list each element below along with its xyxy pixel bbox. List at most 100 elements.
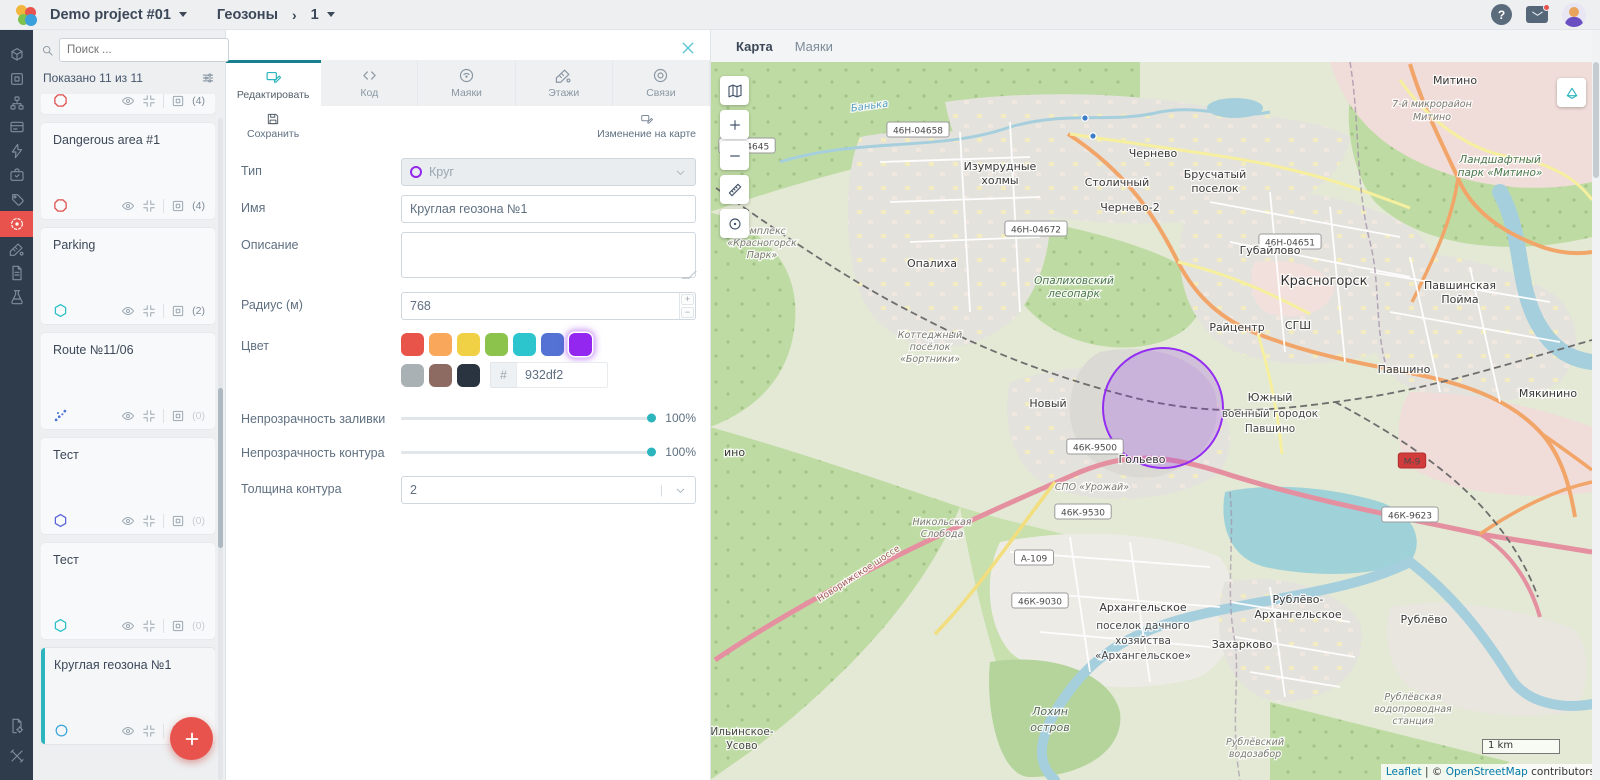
measure-tool-button[interactable] [720,175,749,204]
notifications-button[interactable] [1526,6,1548,23]
zoom-in-button[interactable] [720,110,749,139]
description-textarea[interactable] [401,232,696,278]
focus-on-map-button[interactable] [142,409,156,423]
breadcrumb-item[interactable]: 1 [311,7,319,23]
list-scrollbar[interactable] [218,118,223,780]
color-swatch[interactable] [569,333,592,356]
sidebar-item-measure[interactable] [0,237,33,261]
page-scrollbar[interactable] [1592,30,1600,780]
focus-on-map-button[interactable] [142,304,156,318]
color-swatch[interactable] [457,364,480,387]
visibility-toggle[interactable] [121,199,135,213]
breadcrumb-section[interactable]: Геозоны [217,7,278,23]
color-swatch[interactable] [541,333,564,356]
sidebar-item-structure[interactable] [0,91,33,115]
map-tab-маяки[interactable]: Маяки [795,39,833,54]
project-caret-icon[interactable] [179,12,187,17]
visibility-toggle[interactable] [121,304,135,318]
beacon-marker-icon[interactable] [1082,115,1088,121]
focus-on-map-button[interactable] [142,724,156,738]
hex-color-input[interactable]: 932df2 [516,362,608,388]
map-tab-карта[interactable]: Карта [736,39,773,54]
radius-input[interactable] [401,292,696,320]
sidebar-item-tags[interactable] [0,187,33,211]
sidebar-item-documents[interactable] [0,261,33,285]
zoom-out-button[interactable] [720,141,749,170]
color-swatch[interactable] [485,333,508,356]
user-avatar[interactable] [1562,3,1586,27]
color-swatch[interactable] [401,333,424,356]
tab-редактировать[interactable]: Редактировать [225,60,321,106]
project-switcher[interactable]: Demo project #01 [50,7,171,23]
visibility-toggle[interactable] [121,724,135,738]
fill-opacity-slider[interactable] [401,408,654,428]
app-logo-icon[interactable] [14,3,38,27]
focus-on-map-button[interactable] [142,94,156,108]
add-geofence-button[interactable] [170,717,213,760]
sidebar-item-tasks[interactable] [0,163,33,187]
tab-маяки[interactable]: Маяки [418,60,515,106]
osm-link[interactable]: OpenStreetMap [1446,766,1528,778]
visibility-toggle[interactable] [121,94,135,108]
tab-этажи[interactable]: Этажи [516,60,613,106]
linked-items-button[interactable] [171,199,185,213]
linked-items-button[interactable] [171,409,185,423]
linked-items-button[interactable] [171,514,185,528]
search-input[interactable] [59,38,229,62]
name-input[interactable] [401,195,696,223]
help-button[interactable]: ? [1491,4,1512,25]
geofence-card[interactable]: Parking(2) [41,228,215,324]
radius-increment-button[interactable]: + [681,294,694,305]
map-layers-button[interactable] [720,76,749,105]
focus-on-map-button[interactable] [142,514,156,528]
sidebar-item-reports[interactable] [0,714,33,738]
visibility-toggle[interactable] [121,619,135,633]
breadcrumb-caret-icon[interactable] [327,12,335,17]
page-scrollbar-thumb[interactable] [1593,62,1599,178]
map-3d-tool-button[interactable] [1557,78,1586,107]
geofence-card[interactable]: Тест(0) [41,543,215,639]
map-change-button[interactable]: Изменение на карте [597,112,696,140]
save-button[interactable]: Сохранить [247,112,299,140]
sidebar-item-devices[interactable] [0,115,33,139]
leaflet-link[interactable]: Leaflet [1386,766,1422,778]
tab-связи[interactable]: Связи [613,60,710,106]
map-label: остров [1030,721,1069,734]
stroke-width-select[interactable]: 2 | [401,476,696,504]
color-swatch[interactable] [429,364,452,387]
type-select[interactable]: Круг [401,158,696,186]
geofence-card[interactable]: (4) [41,94,215,114]
color-swatch[interactable] [513,333,536,356]
linked-items-button[interactable] [171,304,185,318]
linked-items-button[interactable] [171,94,185,108]
visibility-toggle[interactable] [121,514,135,528]
sidebar-item-plans[interactable] [0,67,33,91]
focus-on-map-button[interactable] [142,619,156,633]
close-editor-button[interactable] [680,40,696,56]
beacon-marker-icon[interactable] [1090,133,1096,139]
map-canvas[interactable]: 46Н-0465846Н-464546Н-0467246Н-0465146К-9… [710,62,1592,780]
code-icon [361,67,378,84]
focus-on-map-button[interactable] [142,199,156,213]
sidebar-item-automation[interactable] [0,139,33,163]
stroke-opacity-thumb[interactable] [647,448,656,457]
radius-decrement-button[interactable]: − [681,307,694,318]
list-scrollbar-thumb[interactable] [218,388,223,548]
draw-circle-tool-button[interactable] [720,209,749,238]
fill-opacity-thumb[interactable] [647,414,656,423]
geofence-card[interactable]: Route №11/06(0) [41,333,215,429]
geofence-card[interactable]: Dangerous area #1(4) [41,123,215,219]
color-swatch[interactable] [429,333,452,356]
filter-sliders-icon[interactable] [201,71,215,85]
sidebar-item-lab[interactable] [0,285,33,309]
color-swatch[interactable] [401,364,424,387]
geofence-card[interactable]: Тест(0) [41,438,215,534]
tab-код[interactable]: Код [321,60,418,106]
color-swatch[interactable] [457,333,480,356]
linked-items-button[interactable] [171,619,185,633]
stroke-opacity-slider[interactable] [401,442,654,462]
visibility-toggle[interactable] [121,409,135,423]
sidebar-item-tools[interactable] [0,744,33,768]
sidebar-item-geofences[interactable] [0,211,33,237]
sidebar-item-objects[interactable] [0,43,33,67]
